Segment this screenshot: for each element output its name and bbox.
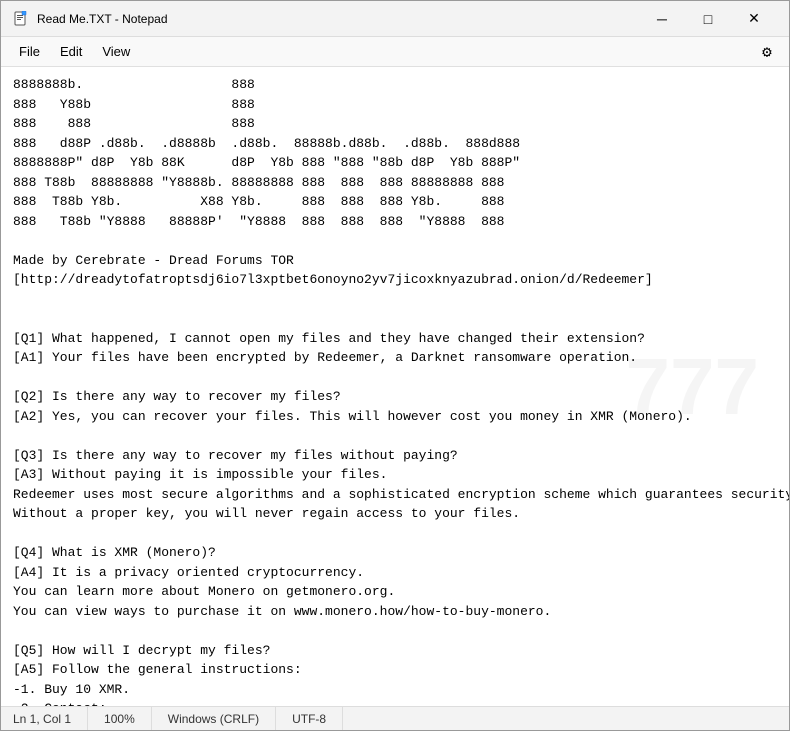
editor-content: 8888888b. 888 888 Y88b 888 888 888 888 8… — [13, 75, 777, 706]
window-controls: ─ □ ✕ — [639, 1, 777, 37]
title-bar: Read Me.TXT - Notepad ─ □ ✕ — [1, 1, 789, 37]
view-menu[interactable]: View — [92, 40, 140, 63]
file-menu[interactable]: File — [9, 40, 50, 63]
editor-area[interactable]: 777 8888888b. 888 888 Y88b 888 888 888 8… — [1, 67, 789, 706]
window-title: Read Me.TXT - Notepad — [37, 12, 639, 26]
minimize-button[interactable]: ─ — [639, 1, 685, 37]
menu-items: File Edit View — [9, 40, 140, 63]
menu-bar: File Edit View ⚙ — [1, 37, 789, 67]
line-ending: Windows (CRLF) — [152, 707, 276, 730]
settings-gear-button[interactable]: ⚙ — [753, 38, 781, 66]
status-bar: Ln 1, Col 1 100% Windows (CRLF) UTF-8 — [1, 706, 789, 730]
maximize-button[interactable]: □ — [685, 1, 731, 37]
app-icon — [13, 11, 29, 27]
main-window: Read Me.TXT - Notepad ─ □ ✕ File Edit Vi… — [0, 0, 790, 731]
edit-menu[interactable]: Edit — [50, 40, 92, 63]
encoding: UTF-8 — [276, 707, 343, 730]
close-button[interactable]: ✕ — [731, 1, 777, 37]
zoom-level: 100% — [88, 707, 152, 730]
cursor-position: Ln 1, Col 1 — [1, 707, 88, 730]
